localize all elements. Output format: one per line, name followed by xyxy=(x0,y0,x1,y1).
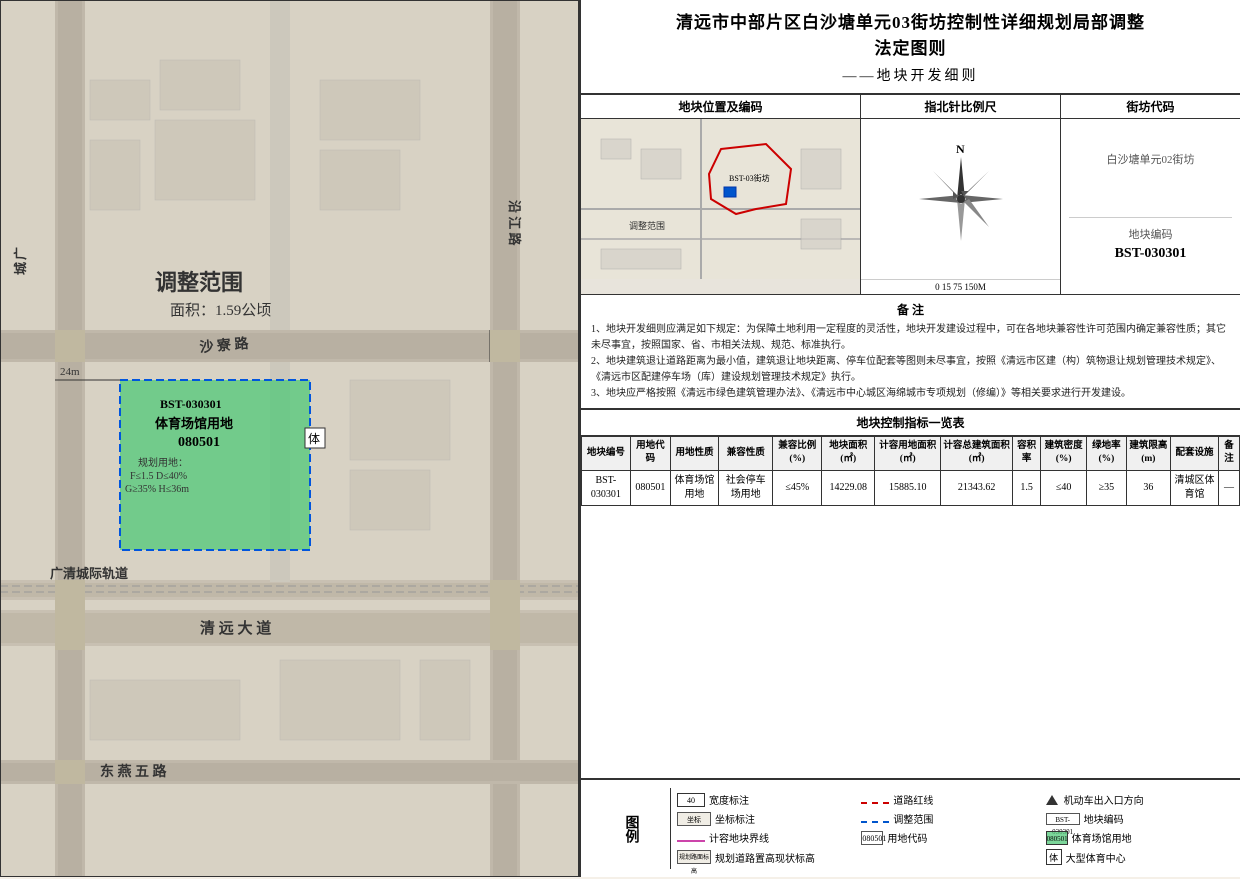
col-use: 用地性质 xyxy=(670,437,718,471)
subtitle: ——地块开发细则 xyxy=(601,65,1220,85)
legend-title: 图例 xyxy=(591,788,671,869)
svg-text:城: 城 xyxy=(13,262,28,275)
legend-coord-label: 坐标标注 xyxy=(715,811,755,826)
main-container: 36m 24m 调整范围 面积：1.59公顷 BST-030301 体育场馆用地… xyxy=(0,0,1240,877)
notes-text2: 2、地块建筑退让道路距离为最小值，建筑退让地块距离、停车位配套等图则未尽事宜，按… xyxy=(591,354,1230,386)
col-code: 用地代码 xyxy=(630,437,670,471)
col-note: 备注 xyxy=(1218,437,1239,471)
legend-compat-line: 计容地块界线 xyxy=(677,830,855,845)
svg-text:24m: 24m xyxy=(60,366,80,378)
col-facilities: 配套设施 xyxy=(1170,437,1218,471)
svg-text:BST-03街坊: BST-03街坊 xyxy=(729,173,770,183)
title-line2: 法定图则 xyxy=(601,36,1220,62)
notes-section: 备 注 1、地块开发细则应满足如下规定：为保障土地利用一定程度的灵活性，地块开发… xyxy=(581,295,1240,409)
svg-text:调整范围: 调整范围 xyxy=(629,220,665,231)
location-header: 地块位置及编码 xyxy=(581,95,860,119)
notes-text3: 3、地块应严格按照《清远市绿色建筑管理办法》、《清远市中心城区海绵城市专项规划（… xyxy=(591,386,1230,402)
data-table: 地块编号 用地代码 用地性质 兼容性质 兼容比例(%) 地块面积(㎡) 计容用地… xyxy=(581,436,1240,506)
svg-text:080501: 080501 xyxy=(178,435,220,450)
main-title: 清远市中部片区白沙塘单元03街坊控制性详细规划局部调整 xyxy=(601,10,1220,36)
svg-text:体育场馆用地: 体育场馆用地 xyxy=(155,416,233,431)
col-height: 建筑限高(m) xyxy=(1126,437,1170,471)
legend-large-sports: 体 大型体育中心 xyxy=(1046,849,1224,865)
legend-land-code-label: 用地代码 xyxy=(887,830,927,845)
legend-motor: 机动车出入口方向 xyxy=(1046,792,1224,807)
legend-large-sports-label: 大型体育中心 xyxy=(1066,850,1126,865)
legend-adjust: 调整范围 xyxy=(861,811,1039,826)
legend-width-label: 宽度标注 xyxy=(709,792,749,807)
legend-land-code: 080501 用地代码 xyxy=(861,830,1039,845)
map-thumbnail: 地块位置及编码 xyxy=(581,95,861,294)
svg-text:沿 江 路: 沿 江 路 xyxy=(507,200,522,247)
svg-text:G≥35% H≤36m: G≥35% H≤36m xyxy=(125,484,189,495)
legend-coord: 坐标 坐标标注 xyxy=(677,811,855,826)
svg-text:F≤1.5 D≤40%: F≤1.5 D≤40% xyxy=(130,471,187,482)
legend-road-red: 道路红线 xyxy=(861,792,1039,807)
compass-section: 指北针比例尺 N xyxy=(861,95,1061,294)
col-total-floor: 计容总建筑面积(㎡) xyxy=(941,437,1013,471)
legend-sports-land: 080501 体育场馆用地 xyxy=(1046,830,1224,845)
svg-text:广: 广 xyxy=(13,247,28,260)
table-section: 地块控制指标一览表 地块编号 用地代码 用地性质 兼容性质 兼容比例(%) 地块… xyxy=(581,409,1240,778)
block-code-value: BST-030301 xyxy=(1069,246,1232,262)
col-block-id: 地块编号 xyxy=(582,437,631,471)
title-section: 清远市中部片区白沙塘单元03街坊控制性详细规划局部调整 法定图则 ——地块开发细… xyxy=(581,0,1240,95)
legend-sports-label: 体育场馆用地 xyxy=(1072,830,1132,845)
legend-plan-road: 规划路面标高 规划道路置高现状标高 xyxy=(677,849,855,865)
table-header: 地块控制指标一览表 xyxy=(581,409,1240,436)
svg-text:BST-030301: BST-030301 xyxy=(160,397,222,411)
left-map: 36m 24m 调整范围 面积：1.59公顷 BST-030301 体育场馆用地… xyxy=(0,0,580,877)
compass-area: N xyxy=(861,119,1060,279)
col-compat-ratio: 兼容比例(%) xyxy=(773,437,822,471)
table-row: BST-030301080501体育场馆用地社会停车场用地≤45%14229.0… xyxy=(582,470,1240,505)
legend-plan-road-label: 规划道路置高现状标高 xyxy=(715,850,815,865)
notes-header: 备 注 xyxy=(591,301,1230,318)
svg-text:广清城际轨道: 广清城际轨道 xyxy=(50,566,128,581)
jfcode-header: 街坊代码 xyxy=(1061,95,1240,119)
jfcode-value-label: 白沙塘单元02街坊 xyxy=(1069,151,1232,169)
notes-text1: 1、地块开发细则应满足如下规定：为保障土地利用一定程度的灵活性，地块开发建设过程… xyxy=(591,322,1230,354)
scale-bar: 0 15 75 150M xyxy=(861,279,1060,294)
legend-block-code-sym: BST-030301 地块编码 xyxy=(1046,811,1224,826)
col-density: 建筑密度(%) xyxy=(1041,437,1087,471)
col-compat: 兼容性质 xyxy=(718,437,773,471)
svg-text:体: 体 xyxy=(308,432,320,446)
jfcode-section: 街坊代码 白沙塘单元02街坊 地块编码 BST-030301 xyxy=(1061,95,1240,294)
thumb-map-area: BST-03街坊 调整范围 xyxy=(581,119,860,294)
legend-motor-label: 机动车出入口方向 xyxy=(1064,792,1144,807)
svg-text:规划用地：: 规划用地： xyxy=(138,456,188,469)
legend-adjust-label: 调整范围 xyxy=(893,811,933,826)
col-far: 容积率 xyxy=(1013,437,1041,471)
right-panel: 清远市中部片区白沙塘单元03街坊控制性详细规划局部调整 法定图则 ——地块开发细… xyxy=(580,0,1240,877)
svg-text:东 燕 五 路: 东 燕 五 路 xyxy=(100,763,167,780)
legend-width-mark: 40 宽度标注 xyxy=(677,792,855,807)
legend-road-label: 道路红线 xyxy=(893,792,933,807)
top-info-row: 地块位置及编码 xyxy=(581,95,1240,295)
svg-text:调整范围: 调整范围 xyxy=(155,270,243,295)
col-area: 地块面积(㎡) xyxy=(822,437,875,471)
svg-text:面积：1.59公顷: 面积：1.59公顷 xyxy=(170,302,271,319)
block-code-label: 地块编码 xyxy=(1069,226,1232,242)
legend-section: 图例 40 宽度标注 道路红线 机动车出入口方向 xyxy=(581,778,1240,877)
svg-text:N: N xyxy=(956,142,965,156)
svg-text:清 远 大 道: 清 远 大 道 xyxy=(200,619,271,637)
col-calc-area: 计容用地面积(㎡) xyxy=(875,437,941,471)
legend-block-code-label: 地块编码 xyxy=(1084,811,1124,826)
legend-compat-label: 计容地块界线 xyxy=(709,830,769,845)
compass-header: 指北针比例尺 xyxy=(861,95,1060,119)
col-green: 绿地率(%) xyxy=(1087,437,1127,471)
